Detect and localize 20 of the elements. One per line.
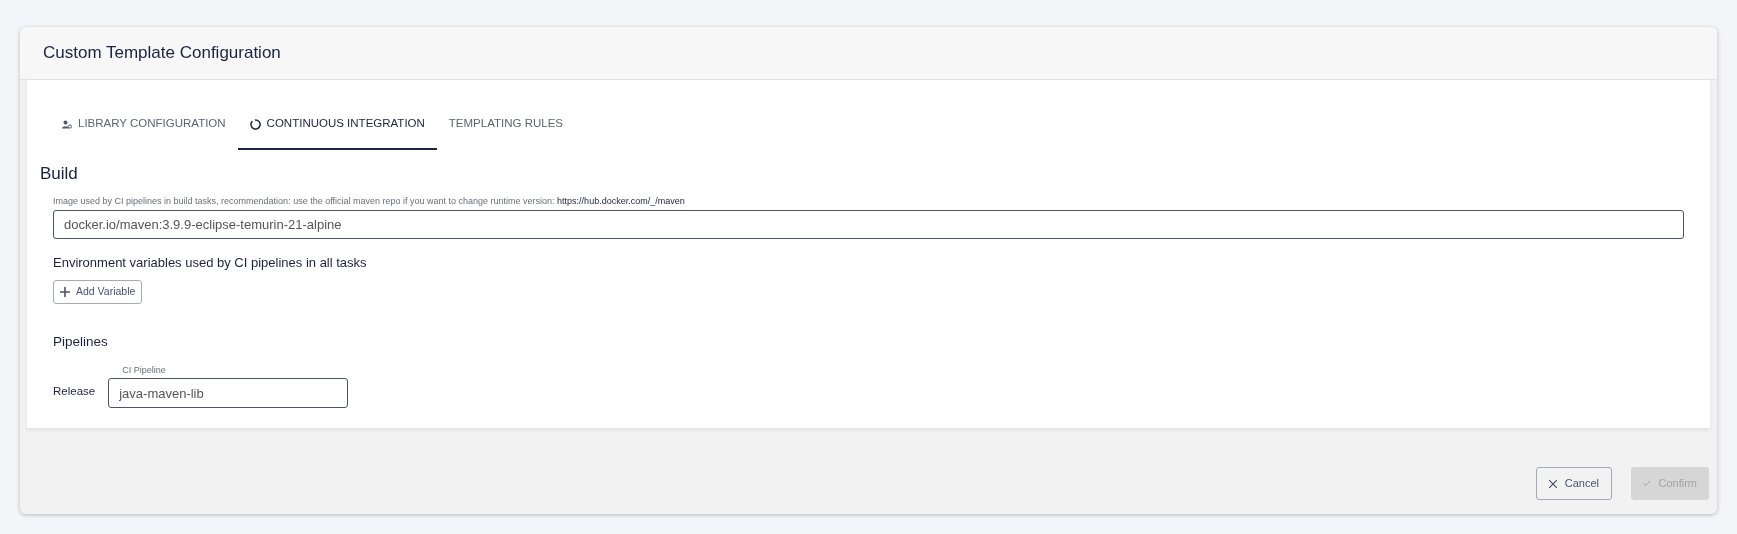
env-label: Environment variables used by CI pipelines in all tasks [53, 254, 367, 272]
close-icon [1548, 479, 1557, 488]
tab[interactable]: LIBRARY CONFIGURATION [50, 100, 238, 150]
plus-icon [60, 286, 70, 297]
users-icon [62, 119, 72, 129]
docker-hub-link[interactable]: https://hub.docker.com/_/maven [557, 195, 685, 206]
image-field[interactable]: docker.io/maven:3.9.9-eclipse-temurin-21-alpine [53, 210, 1684, 239]
spinner-icon [249, 118, 261, 130]
dialog-title: Custom Template Configuration [43, 42, 281, 65]
pipeline-name: Release [53, 384, 96, 399]
section-heading: Pipelines [53, 332, 108, 351]
field-hint: Image used by CI pipelines in build tasks, recommendation: use the official maven repo if you want to change runtime version: https://hub.docker.com/_/maven [53, 194, 685, 208]
add-variable-button[interactable]: Add Variable [53, 279, 143, 304]
pipeline-field[interactable]: java-maven-lib [108, 378, 349, 409]
cancel-button[interactable]: Cancel [1535, 467, 1612, 500]
tab[interactable]: CONTINUOUS INTEGRATION [237, 100, 437, 150]
tab[interactable]: TEMPLATING RULES [436, 100, 575, 150]
field-label: CI Pipeline [121, 363, 166, 377]
check-icon [1643, 480, 1651, 487]
section-heading: Build [40, 163, 78, 185]
